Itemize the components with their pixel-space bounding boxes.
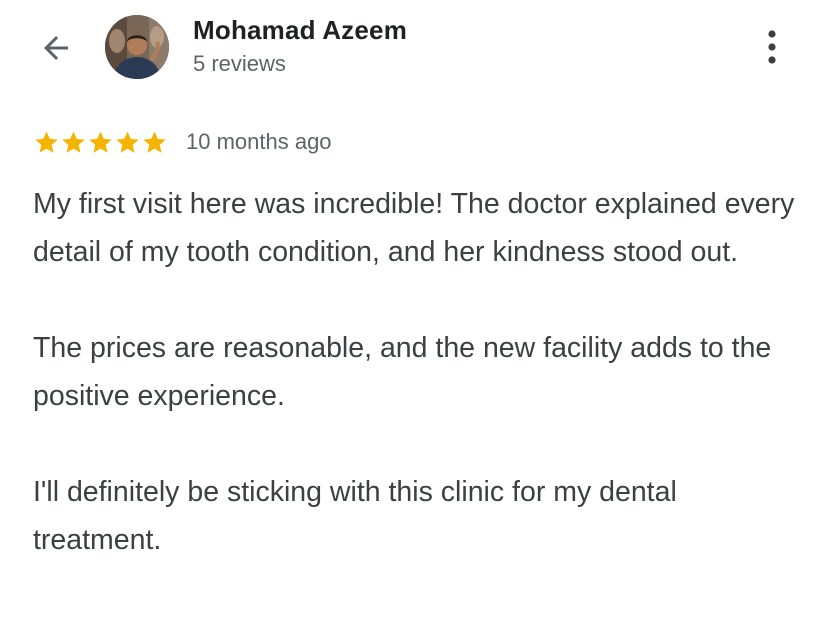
- review-header: Mohamad Azeem 5 reviews: [0, 0, 828, 100]
- review-paragraph: I'll definitely be sticking with this cl…: [33, 476, 677, 556]
- star-icon: [116, 130, 139, 153]
- review-paragraph: The prices are reasonable, and the new f…: [33, 332, 772, 412]
- avatar[interactable]: [105, 15, 169, 79]
- star-rating: [33, 129, 168, 156]
- review-paragraph: My first visit here was incredible! The …: [33, 188, 795, 268]
- back-button[interactable]: [34, 26, 78, 70]
- rating-row: 10 months ago: [33, 127, 332, 157]
- review-date: 10 months ago: [186, 129, 332, 154]
- review-text: My first visit here was incredible! The …: [33, 180, 803, 612]
- star-icon: [35, 130, 58, 153]
- arrow-left-icon: [44, 36, 68, 60]
- author-name[interactable]: Mohamad Azeem: [193, 15, 407, 46]
- star-icon: [62, 130, 85, 153]
- more-options-button[interactable]: [750, 24, 794, 70]
- star-icon: [143, 130, 166, 153]
- more-vertical-icon: [768, 30, 776, 64]
- avatar-image: [105, 15, 169, 79]
- star-icon: [89, 130, 112, 153]
- review-count: 5 reviews: [193, 51, 286, 76]
